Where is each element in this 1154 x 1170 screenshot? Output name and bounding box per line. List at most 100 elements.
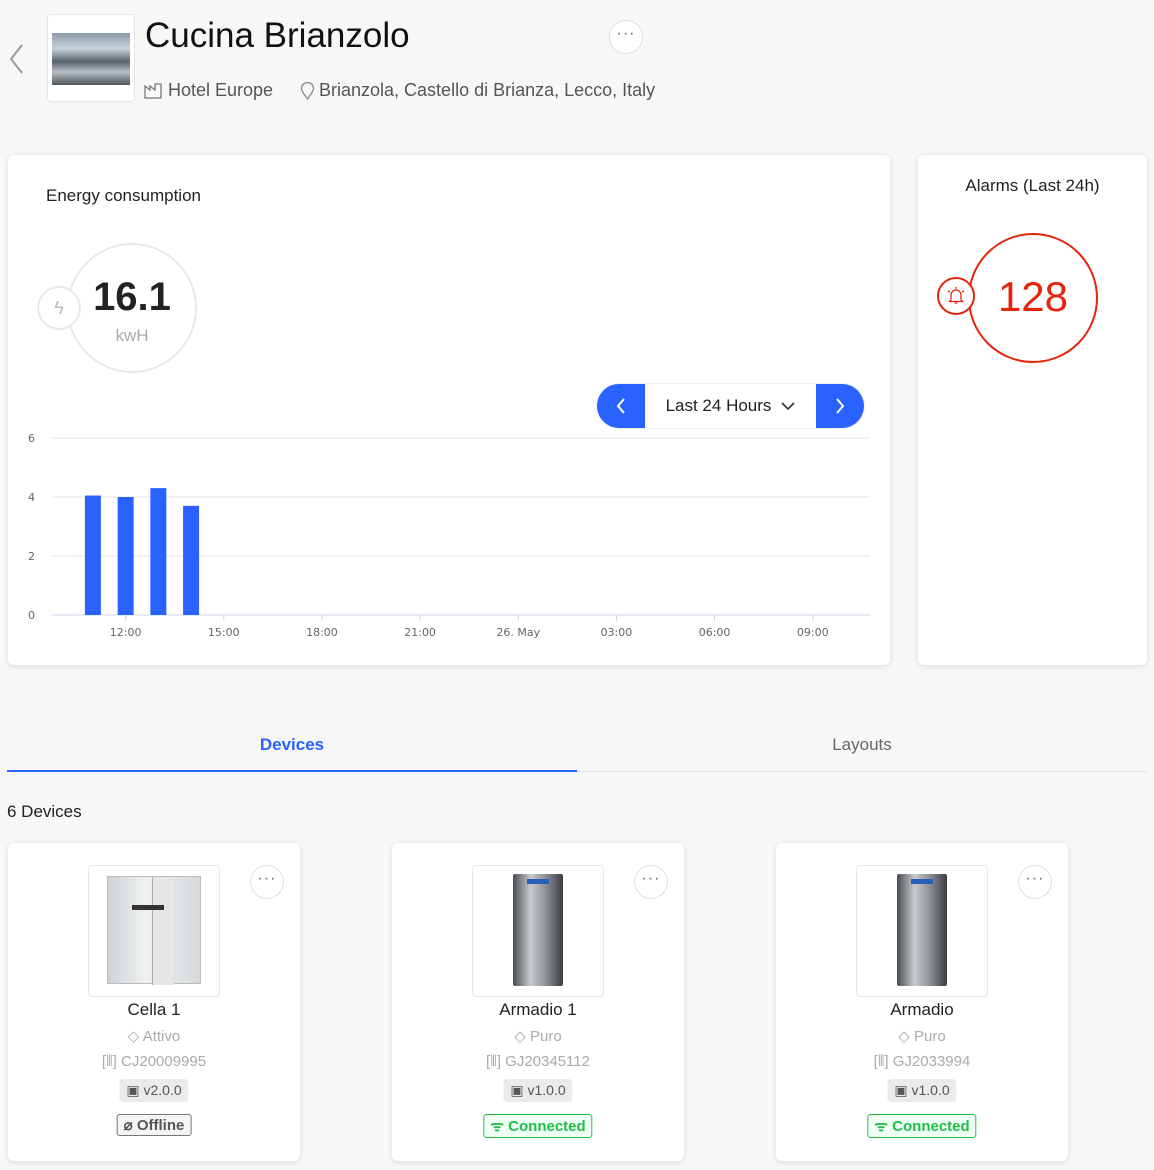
energy-title: Energy consumption bbox=[46, 186, 201, 205]
x-tick-label: 12:00 bbox=[110, 626, 142, 639]
energy-bar-chart: 0 2 4 6 12:00 15:00 18:00 21:00 26. May 03:00 06:0… bbox=[28, 432, 870, 639]
device-name: Cella 1 bbox=[127, 1000, 181, 1019]
device-serial: [⦀] GJ2033994 bbox=[776, 1053, 1068, 1070]
status-badge: ᯤ Connected bbox=[483, 1114, 593, 1138]
model-text: Attivo bbox=[142, 1028, 181, 1045]
next-period-button[interactable] bbox=[816, 384, 864, 428]
site-group: Hotel Europe bbox=[144, 80, 273, 101]
alarms-title: Alarms (Last 24h) bbox=[965, 176, 1100, 195]
bar bbox=[117, 497, 134, 615]
firmware-version: ▣ v2.0.0 bbox=[119, 1079, 189, 1102]
firmware-version: ▣ v1.0.0 bbox=[503, 1079, 573, 1102]
alarms-card: Alarms (Last 24h) 128 bbox=[918, 155, 1147, 665]
back-button[interactable] bbox=[6, 42, 26, 76]
version-text: v1.0.0 bbox=[527, 1082, 566, 1098]
more-options-button[interactable]: ··· bbox=[609, 20, 643, 54]
bar bbox=[84, 495, 101, 615]
version-text: v2.0.0 bbox=[143, 1082, 182, 1098]
barcode-icon: [⦀] bbox=[486, 1053, 501, 1070]
devices-count: 6 Devices bbox=[7, 802, 82, 821]
lightning-icon: ϟ bbox=[37, 286, 81, 330]
alarms-gauge: 128 bbox=[968, 233, 1098, 363]
alarms-count: 128 bbox=[997, 273, 1069, 320]
diamond-icon: ◇ bbox=[514, 1028, 526, 1045]
device-model: ◇ Attivo bbox=[8, 1027, 300, 1045]
x-tick-label: 06:00 bbox=[699, 626, 731, 639]
x-tick-label: 18:00 bbox=[306, 626, 338, 639]
address-text: Brianzola, Castello di Brianza, Lecco, I… bbox=[319, 80, 656, 100]
chip-icon: ▣ bbox=[126, 1082, 140, 1098]
device-more-button[interactable]: ··· bbox=[1018, 865, 1052, 899]
y-tick-label: 6 bbox=[28, 432, 35, 445]
chevron-left-icon bbox=[9, 44, 23, 74]
alarm-bell-icon bbox=[937, 277, 975, 315]
x-tick-label: 09:00 bbox=[797, 626, 829, 639]
wifi-off-icon: ⌀ bbox=[123, 1117, 133, 1134]
wifi-icon: ᯤ bbox=[874, 1118, 889, 1135]
chip-icon: ▣ bbox=[510, 1082, 524, 1098]
prev-period-button[interactable] bbox=[597, 384, 645, 428]
device-card[interactable]: ··· Armadio 1 ◇ Puro [⦀] GJ20345112 ▣ v1… bbox=[392, 843, 684, 1161]
x-tick-label: 21:00 bbox=[404, 626, 436, 639]
bar bbox=[150, 488, 167, 615]
serial-text: CJ20009995 bbox=[121, 1053, 207, 1070]
serial-text: GJ20345112 bbox=[505, 1053, 590, 1070]
chevron-left-icon bbox=[616, 398, 625, 414]
group-name: Hotel Europe bbox=[168, 80, 274, 100]
y-tick-label: 0 bbox=[28, 609, 35, 622]
chip-icon: ▣ bbox=[894, 1082, 908, 1098]
status-badge: ᯤ Connected bbox=[867, 1114, 977, 1138]
device-name: Armadio bbox=[890, 1000, 954, 1019]
status-text: Offline bbox=[136, 1117, 185, 1134]
tab-devices[interactable]: Devices bbox=[7, 735, 577, 755]
diamond-icon: ◇ bbox=[898, 1028, 910, 1045]
device-model: ◇ Puro bbox=[776, 1027, 1068, 1045]
chevron-down-icon bbox=[781, 402, 795, 411]
energy-card: Energy consumption 16.1 kwH ϟ Last 24 Ho… bbox=[8, 155, 890, 665]
tab-layouts[interactable]: Layouts bbox=[577, 735, 1147, 755]
energy-unit: kwH bbox=[115, 326, 149, 345]
device-image bbox=[88, 865, 220, 997]
device-more-button[interactable]: ··· bbox=[634, 865, 668, 899]
chevron-right-icon bbox=[836, 398, 845, 414]
location-pin-icon bbox=[300, 81, 315, 100]
site-thumbnail bbox=[47, 14, 135, 102]
bell-glyph-icon bbox=[947, 287, 965, 304]
status-badge: ⌀ Offline bbox=[116, 1114, 192, 1136]
period-dropdown[interactable]: Last 24 Hours bbox=[645, 384, 816, 428]
barcode-icon: [⦀] bbox=[101, 1053, 117, 1070]
factory-icon bbox=[144, 82, 162, 99]
status-text: Connected bbox=[892, 1118, 970, 1135]
x-tick-label: 26. May bbox=[496, 626, 540, 639]
serial-text: GJ2033994 bbox=[892, 1053, 971, 1070]
energy-value: 16.1 bbox=[93, 275, 171, 319]
device-serial: [⦀] CJ20009995 bbox=[8, 1053, 300, 1070]
diamond-icon: ◇ bbox=[127, 1028, 140, 1045]
period-selector: Last 24 Hours bbox=[597, 384, 864, 428]
version-text: v1.0.0 bbox=[911, 1082, 950, 1098]
energy-gauge: 16.1 kwH bbox=[67, 243, 197, 373]
page-title: Cucina Brianzolo bbox=[145, 16, 410, 55]
device-card[interactable]: ··· Cella 1 ◇ Attivo [⦀] CJ20009995 ▣ v2… bbox=[8, 843, 300, 1161]
y-tick-label: 4 bbox=[28, 491, 35, 504]
status-text: Connected bbox=[508, 1118, 586, 1135]
device-more-button[interactable]: ··· bbox=[250, 865, 284, 899]
site-address: Brianzola, Castello di Brianza, Lecco, I… bbox=[300, 80, 655, 101]
x-tick-label: 15:00 bbox=[208, 626, 240, 639]
barcode-icon: [⦀] bbox=[873, 1053, 889, 1070]
bar bbox=[183, 505, 200, 615]
y-tick-label: 2 bbox=[28, 550, 35, 563]
period-label: Last 24 Hours bbox=[665, 396, 772, 415]
model-text: Puro bbox=[530, 1028, 562, 1045]
device-card[interactable]: ··· Armadio ◇ Puro [⦀] GJ2033994 ▣ v1.0.… bbox=[776, 843, 1068, 1161]
device-name: Armadio 1 bbox=[499, 1000, 577, 1019]
device-image bbox=[472, 865, 604, 997]
active-tab-indicator bbox=[7, 770, 577, 772]
device-model: ◇ Puro bbox=[392, 1027, 684, 1045]
firmware-version: ▣ v1.0.0 bbox=[887, 1079, 957, 1102]
wifi-icon: ᯤ bbox=[490, 1118, 505, 1135]
device-image bbox=[856, 865, 988, 997]
x-tick-label: 03:00 bbox=[601, 626, 633, 639]
device-serial: [⦀] GJ20345112 bbox=[392, 1053, 684, 1070]
model-text: Puro bbox=[914, 1028, 946, 1045]
